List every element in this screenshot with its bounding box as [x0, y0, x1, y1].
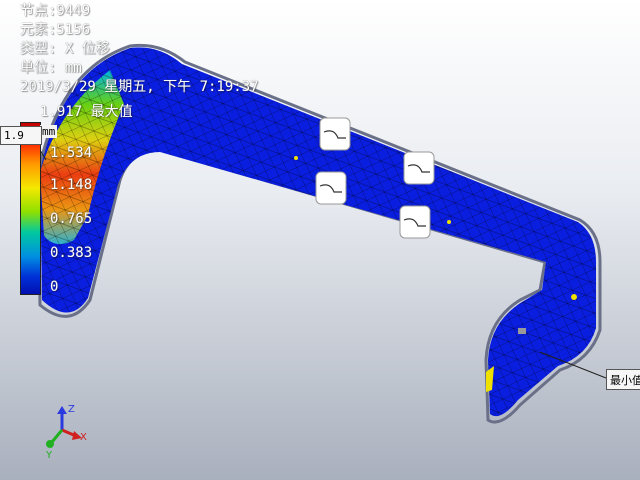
result-type: 类型: X 位移 [20, 41, 110, 57]
triad-x-label: X [80, 432, 87, 443]
legend-tick-1: 1.534 [50, 145, 93, 161]
node-count: 节点:9449 [20, 3, 91, 19]
legend-tick-4: 0.383 [50, 245, 93, 261]
element-count: 元素:5156 [20, 22, 91, 38]
timestamp: 2019/3/29 星期五, 下午 7:19:37 [20, 79, 259, 95]
legend-tick-2: 1.148 [50, 177, 93, 193]
view-triad[interactable]: Z X Y [38, 400, 98, 460]
legend-tick-5: 0 [50, 279, 59, 295]
max-value-label: 1.917 最大值 [40, 104, 133, 120]
color-legend-bar [20, 122, 41, 295]
info-panel: 节点:9449 元素:5156 类型: X 位移 单位: mm 2019/3/2… [20, 2, 259, 97]
triad-y-label: Y [45, 450, 53, 460]
legend-unit: mm [40, 125, 58, 138]
triad-z-label: Z [68, 404, 75, 415]
unit-info: 单位: mm [20, 60, 82, 76]
max-callout[interactable]: 1.9 [0, 126, 42, 145]
legend-tick-3: 0.765 [50, 211, 93, 227]
min-callout[interactable]: 最小值 [606, 369, 640, 390]
